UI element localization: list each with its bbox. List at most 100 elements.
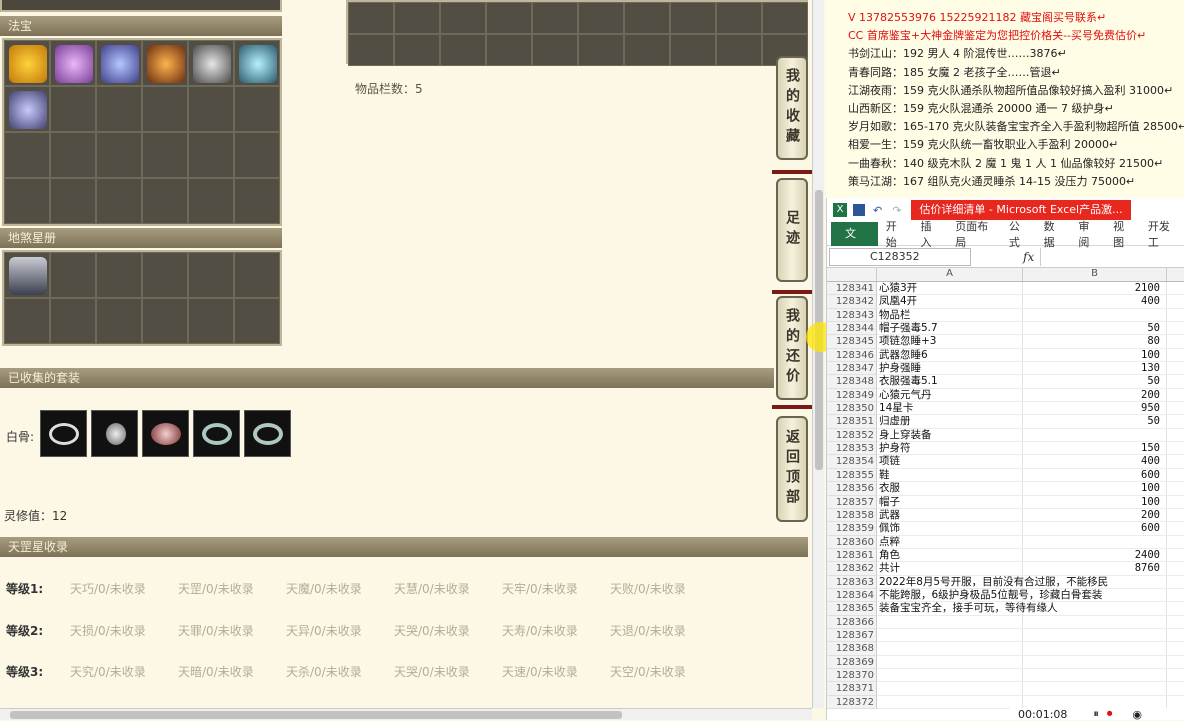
row-number[interactable]: 128359 — [827, 522, 877, 536]
item-slot[interactable] — [50, 132, 96, 178]
row-number[interactable]: 128353 — [827, 442, 877, 456]
item-slot[interactable] — [142, 86, 188, 132]
cell-c[interactable] — [1167, 576, 1184, 589]
cell-a[interactable]: 心猿3开 — [877, 282, 1023, 296]
item-slot[interactable] — [96, 132, 142, 178]
ribbon-tab-developer[interactable]: 开发工 — [1140, 218, 1184, 250]
cell-c[interactable] — [1167, 602, 1184, 616]
row-number[interactable]: 128367 — [827, 628, 877, 643]
cell-a[interactable]: 帽子 — [877, 495, 1023, 509]
ribbon-tab-insert[interactable]: 插入 — [913, 218, 948, 250]
cell-b[interactable]: 100 — [1023, 482, 1167, 496]
cell-c[interactable] — [1167, 589, 1184, 603]
card-slot[interactable] — [234, 298, 280, 344]
cell-b[interactable] — [1023, 615, 1167, 629]
cell-c[interactable] — [1167, 656, 1184, 669]
cell-b[interactable]: 600 — [1023, 522, 1167, 536]
ribbon-tab-formulas[interactable]: 公式 — [1001, 218, 1036, 250]
row-number[interactable]: 128342 — [827, 295, 877, 309]
cell-a[interactable] — [877, 642, 1023, 656]
redo-icon[interactable]: ↷ — [892, 204, 901, 217]
card-slot[interactable] — [234, 252, 280, 298]
pause-icon[interactable]: ⏸ — [1093, 707, 1099, 721]
row-number[interactable]: 128366 — [827, 615, 877, 629]
cell-b[interactable] — [1023, 668, 1167, 683]
card-slot[interactable] — [96, 298, 142, 344]
cell-c[interactable] — [1167, 389, 1184, 403]
cell-a[interactable] — [877, 628, 1023, 643]
cell-b[interactable]: 100 — [1023, 495, 1167, 509]
tier-entry[interactable]: 天损/0/未收录 — [70, 622, 178, 639]
cell-a[interactable]: 不能跨服，6级护身极品5位靓号，珍藏白骨套装 — [877, 588, 1102, 603]
necklace-icon[interactable] — [40, 410, 87, 457]
tier-entry[interactable]: 天哭/0/未收录 — [394, 663, 502, 680]
row-number[interactable]: 128347 — [827, 362, 877, 376]
cell-c[interactable] — [1167, 616, 1184, 629]
ribbon-tab-data[interactable]: 数据 — [1036, 218, 1071, 250]
cell-c[interactable] — [1167, 509, 1184, 523]
tier-entry[interactable]: 天败/0/未收录 — [610, 580, 718, 597]
cell-a[interactable] — [877, 682, 1023, 696]
ribbon-tab-home[interactable]: 开始 — [878, 218, 913, 250]
row-number[interactable]: 128362 — [827, 562, 877, 576]
cell-c[interactable] — [1167, 642, 1184, 656]
cell-c[interactable] — [1167, 469, 1184, 483]
record-icon[interactable]: ⏺ — [1107, 707, 1113, 721]
card-slot[interactable] — [50, 252, 96, 298]
tier-entry[interactable]: 天杀/0/未收录 — [286, 663, 394, 680]
cell-b[interactable]: 2400 — [1023, 548, 1167, 563]
row-number[interactable]: 128351 — [827, 415, 877, 429]
ring-icon[interactable] — [244, 410, 291, 457]
cell-c[interactable] — [1167, 335, 1184, 349]
tier-entry[interactable]: 天魔/0/未收录 — [286, 580, 394, 597]
cell-b[interactable]: 130 — [1023, 362, 1167, 376]
item-slot[interactable] — [96, 178, 142, 224]
cell-c[interactable] — [1167, 362, 1184, 376]
item-slot[interactable] — [142, 178, 188, 224]
cell-a[interactable] — [877, 695, 1023, 709]
ribbon-tab-review[interactable]: 审阅 — [1070, 218, 1105, 250]
card-slot[interactable] — [142, 298, 188, 344]
cell-c[interactable] — [1167, 282, 1184, 296]
item-slot[interactable] — [188, 178, 234, 224]
cell-a[interactable]: 14星卡 — [877, 402, 1023, 416]
cell-b[interactable] — [1023, 682, 1167, 696]
cell-b[interactable] — [1023, 602, 1167, 616]
row-number[interactable]: 128344 — [827, 322, 877, 336]
cell-a[interactable]: 点粹 — [877, 535, 1023, 549]
camera-icon[interactable]: ◉ — [1132, 708, 1142, 721]
item-slot[interactable] — [142, 132, 188, 178]
cell-a[interactable] — [877, 655, 1023, 669]
row-number[interactable]: 128370 — [827, 668, 877, 683]
cell-a[interactable]: 凤凰4开 — [877, 295, 1023, 309]
tier-entry[interactable]: 天罪/0/未收录 — [178, 622, 286, 639]
card-slot[interactable] — [4, 298, 50, 344]
row-number[interactable]: 128363 — [827, 575, 877, 589]
tier-entry[interactable]: 天退/0/未收录 — [610, 622, 718, 639]
row-number[interactable]: 128352 — [827, 428, 877, 443]
cell-a[interactable]: 归虚册 — [877, 415, 1023, 429]
ribbon-tab-layout[interactable]: 页面布局 — [947, 218, 1001, 250]
cell-b[interactable] — [1023, 308, 1167, 323]
ribbon-tab-view[interactable]: 视图 — [1105, 218, 1140, 250]
item-slot[interactable] — [234, 86, 280, 132]
cell-b[interactable]: 200 — [1023, 508, 1167, 523]
tier-entry[interactable]: 天异/0/未收录 — [286, 622, 394, 639]
cell-a[interactable]: 武器忽睡6 — [877, 348, 1023, 363]
cell-b[interactable]: 200 — [1023, 388, 1167, 403]
tier-entry[interactable]: 天牢/0/未收录 — [502, 580, 610, 597]
cell-b[interactable] — [1023, 588, 1167, 603]
card-slot[interactable] — [96, 252, 142, 298]
row-number[interactable]: 128357 — [827, 495, 877, 509]
item-slot[interactable] — [4, 178, 50, 224]
cell-c[interactable] — [1167, 682, 1184, 696]
cell-b[interactable] — [1023, 642, 1167, 656]
cell-c[interactable] — [1167, 549, 1184, 563]
my-bargain-button[interactable]: 我的还价 — [776, 296, 808, 400]
card-slot[interactable] — [142, 252, 188, 298]
fx-icon[interactable]: fx — [1023, 250, 1034, 264]
row-number[interactable]: 128365 — [827, 602, 877, 616]
cell-b[interactable] — [1023, 535, 1167, 549]
row-number[interactable]: 128345 — [827, 335, 877, 349]
mask-icon[interactable] — [142, 410, 189, 457]
